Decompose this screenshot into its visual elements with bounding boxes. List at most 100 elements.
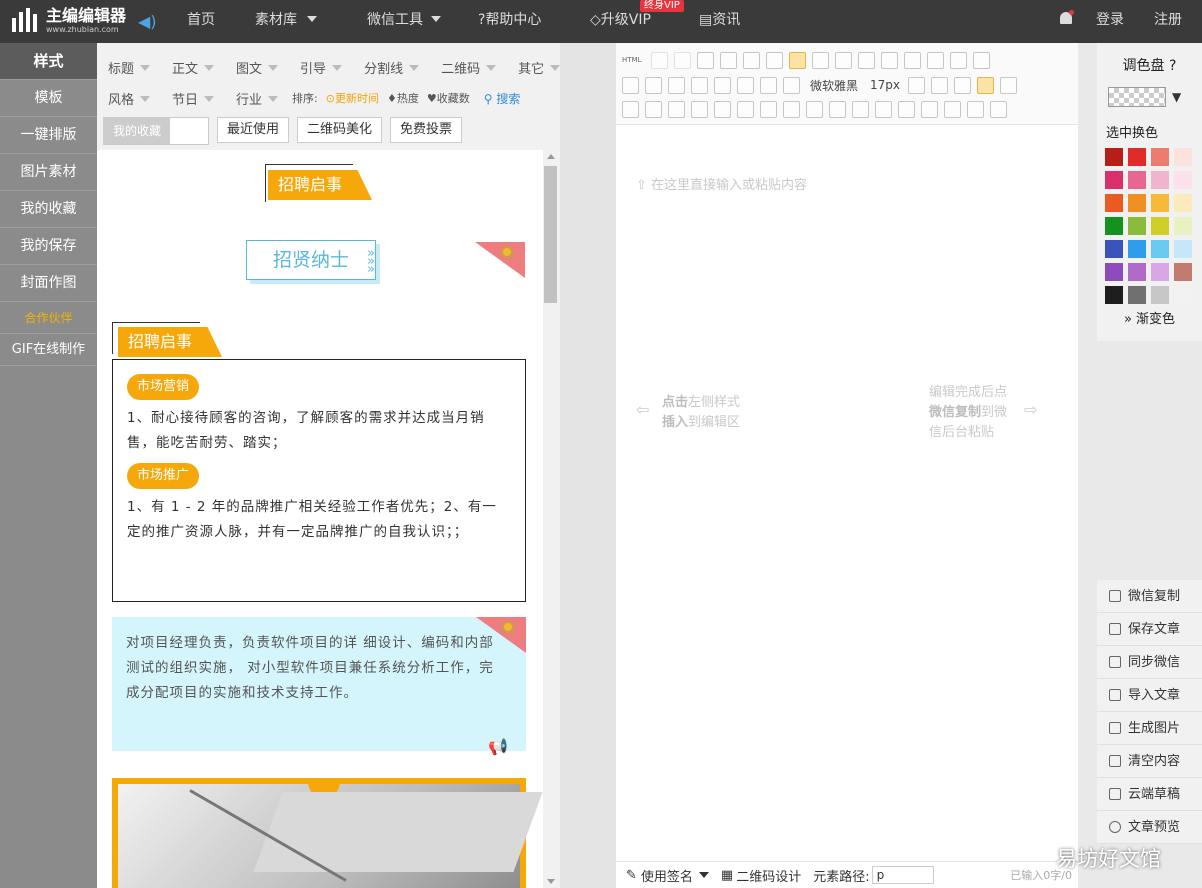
eraser-icon[interactable] [743, 51, 761, 69]
cloud-draft-button[interactable]: 云端草稿 [1097, 778, 1202, 811]
sidebar-item-styles[interactable]: 样式 [0, 43, 97, 80]
save-article-button[interactable]: 保存文章 [1097, 613, 1202, 646]
style-sample-2[interactable]: 招贤纳士 »»» [97, 220, 543, 310]
qr-design-button[interactable]: 二维码设计 [736, 866, 801, 885]
color-swatch[interactable] [1105, 263, 1123, 281]
color-swatch[interactable] [1105, 217, 1123, 235]
unlink-icon[interactable] [760, 100, 777, 118]
format-paint-icon[interactable] [967, 100, 984, 118]
sort-favorites[interactable]: ♥收藏数 [427, 90, 470, 106]
cat-industry[interactable]: 行业 [236, 89, 279, 108]
color-swatch[interactable] [1151, 286, 1169, 304]
superscript-icon[interactable] [950, 51, 968, 69]
use-signature-button[interactable]: 使用签名 [641, 866, 693, 885]
qr-beautify-button[interactable]: 二维码美化 [297, 117, 383, 143]
help-icon[interactable]: ? [1165, 58, 1176, 74]
color-swatch[interactable] [1128, 194, 1146, 212]
color-swatch[interactable] [1174, 171, 1192, 189]
color-swatch[interactable] [1174, 194, 1192, 212]
color-swatch[interactable] [1174, 263, 1192, 281]
color-swatch[interactable] [1174, 148, 1192, 166]
color-swatch[interactable] [1151, 148, 1169, 166]
sidebar-item-cover-design[interactable]: 封面作图 [0, 265, 97, 302]
new-doc-icon[interactable] [697, 51, 715, 69]
cat-other[interactable]: 其它 [518, 58, 561, 77]
color-swatch[interactable] [1105, 286, 1123, 304]
sync-wechat-button[interactable]: 同步微信 [1097, 646, 1202, 679]
nav-news[interactable]: ▤资讯 [699, 0, 740, 43]
style-list-scrollbar[interactable] [543, 150, 560, 888]
emoji-icon[interactable] [691, 100, 708, 118]
recent-button[interactable]: 最近使用 [217, 117, 290, 143]
align-right-icon[interactable] [835, 51, 853, 69]
color-swatch[interactable] [1174, 217, 1192, 235]
picture-icon[interactable] [852, 100, 869, 118]
image-icon[interactable] [783, 76, 800, 94]
editor-placeholder[interactable]: ⇧ 在这里直接输入或粘贴内容 [636, 176, 807, 196]
nav-wechat-tools[interactable]: 微信工具 [367, 0, 441, 43]
color-swatch[interactable] [1174, 240, 1192, 258]
color-swatch[interactable] [1105, 148, 1123, 166]
indent-icon[interactable] [881, 51, 899, 69]
free-vote-button[interactable]: 免费投票 [390, 117, 463, 143]
cat-divider[interactable]: 分割线 [364, 58, 420, 77]
horizontal-rule-icon[interactable] [645, 100, 662, 118]
color-swatch[interactable] [1151, 217, 1169, 235]
color-swatch[interactable] [1128, 217, 1146, 235]
logo[interactable]: 主编编辑器 www.zhubian.com [10, 6, 126, 34]
text-bg-icon[interactable] [737, 76, 754, 94]
subscript-icon[interactable] [973, 51, 991, 69]
style-sample-3[interactable]: 招聘启事 市场营销 1、耐心接待顾客的咨询，了解顾客的需求并达成当月销售，能吃苦… [112, 322, 527, 604]
video-icon[interactable] [921, 100, 938, 118]
style-sample-4[interactable]: 对项目经理负责，负责软件项目的详 细设计、编码和内部测试的组织实施， 对小型软件… [112, 617, 526, 756]
cat-guide[interactable]: 引导 [300, 58, 343, 77]
music-icon[interactable] [898, 100, 915, 118]
color-swatch[interactable] [1174, 286, 1192, 304]
quote-icon[interactable] [783, 100, 800, 118]
sidebar-item-my-favorites[interactable]: 我的收藏 [0, 191, 97, 228]
style-sample-5[interactable] [112, 778, 543, 888]
color-swatch[interactable] [1128, 263, 1146, 281]
speaker-icon[interactable]: ◀) [138, 12, 157, 31]
sidebar-item-my-saved[interactable]: 我的保存 [0, 228, 97, 265]
sidebar-item-templates[interactable]: 模板 [0, 80, 97, 117]
import-article-button[interactable]: 导入文章 [1097, 679, 1202, 712]
omega-icon[interactable] [668, 100, 685, 118]
italic-icon[interactable] [645, 76, 662, 94]
cat-body[interactable]: 正文 [172, 58, 215, 77]
register-link[interactable]: 注册 [1154, 0, 1182, 43]
color-swatch[interactable] [1151, 263, 1169, 281]
transparent-swatch[interactable] [1108, 87, 1166, 107]
wechat-copy-button[interactable]: 微信复制 [1097, 580, 1202, 613]
gallery-icon[interactable] [875, 100, 892, 118]
cat-image-text[interactable]: 图文 [236, 58, 279, 77]
nav-home[interactable]: 首页 [187, 0, 215, 43]
sidebar-item-partners[interactable]: 合作伙伴 [0, 302, 97, 334]
spellcheck-icon[interactable] [806, 100, 823, 118]
paragraph-spacing-icon[interactable] [927, 51, 945, 69]
clear-format-icon[interactable] [954, 76, 972, 94]
format-brush-icon[interactable] [766, 51, 784, 69]
at-icon[interactable] [720, 51, 738, 69]
color-swatch[interactable] [1128, 148, 1146, 166]
editor-scrollbar[interactable] [1062, 125, 1078, 860]
bold-icon[interactable] [622, 76, 639, 94]
select-recolor[interactable]: 选中换色 [1106, 122, 1158, 141]
case-icon[interactable] [931, 76, 949, 94]
clear-content-button[interactable]: 清空内容 [1097, 745, 1202, 778]
align-center-icon[interactable] [812, 51, 830, 69]
align-left-icon[interactable] [789, 51, 807, 69]
nav-materials[interactable]: 素材库 [255, 0, 317, 43]
sidebar-item-one-click-layout[interactable]: 一键排版 [0, 117, 97, 154]
align-justify-icon[interactable] [858, 51, 876, 69]
cat-qrcode[interactable]: 二维码 [441, 58, 497, 77]
article-preview-button[interactable]: 文章预览 [1097, 811, 1202, 844]
gradient-toggle[interactable]: » 渐变色 [1097, 308, 1202, 327]
color-swatch[interactable] [1105, 171, 1123, 189]
table-icon[interactable] [622, 100, 639, 118]
my-favorites-toggle[interactable]: 我的收藏 [103, 117, 209, 145]
line-height-icon[interactable] [904, 51, 922, 69]
font-size-select[interactable]: 17px [870, 78, 900, 92]
undo-icon[interactable] [651, 51, 669, 69]
style-sample-1[interactable]: 招聘启事 [97, 150, 543, 220]
